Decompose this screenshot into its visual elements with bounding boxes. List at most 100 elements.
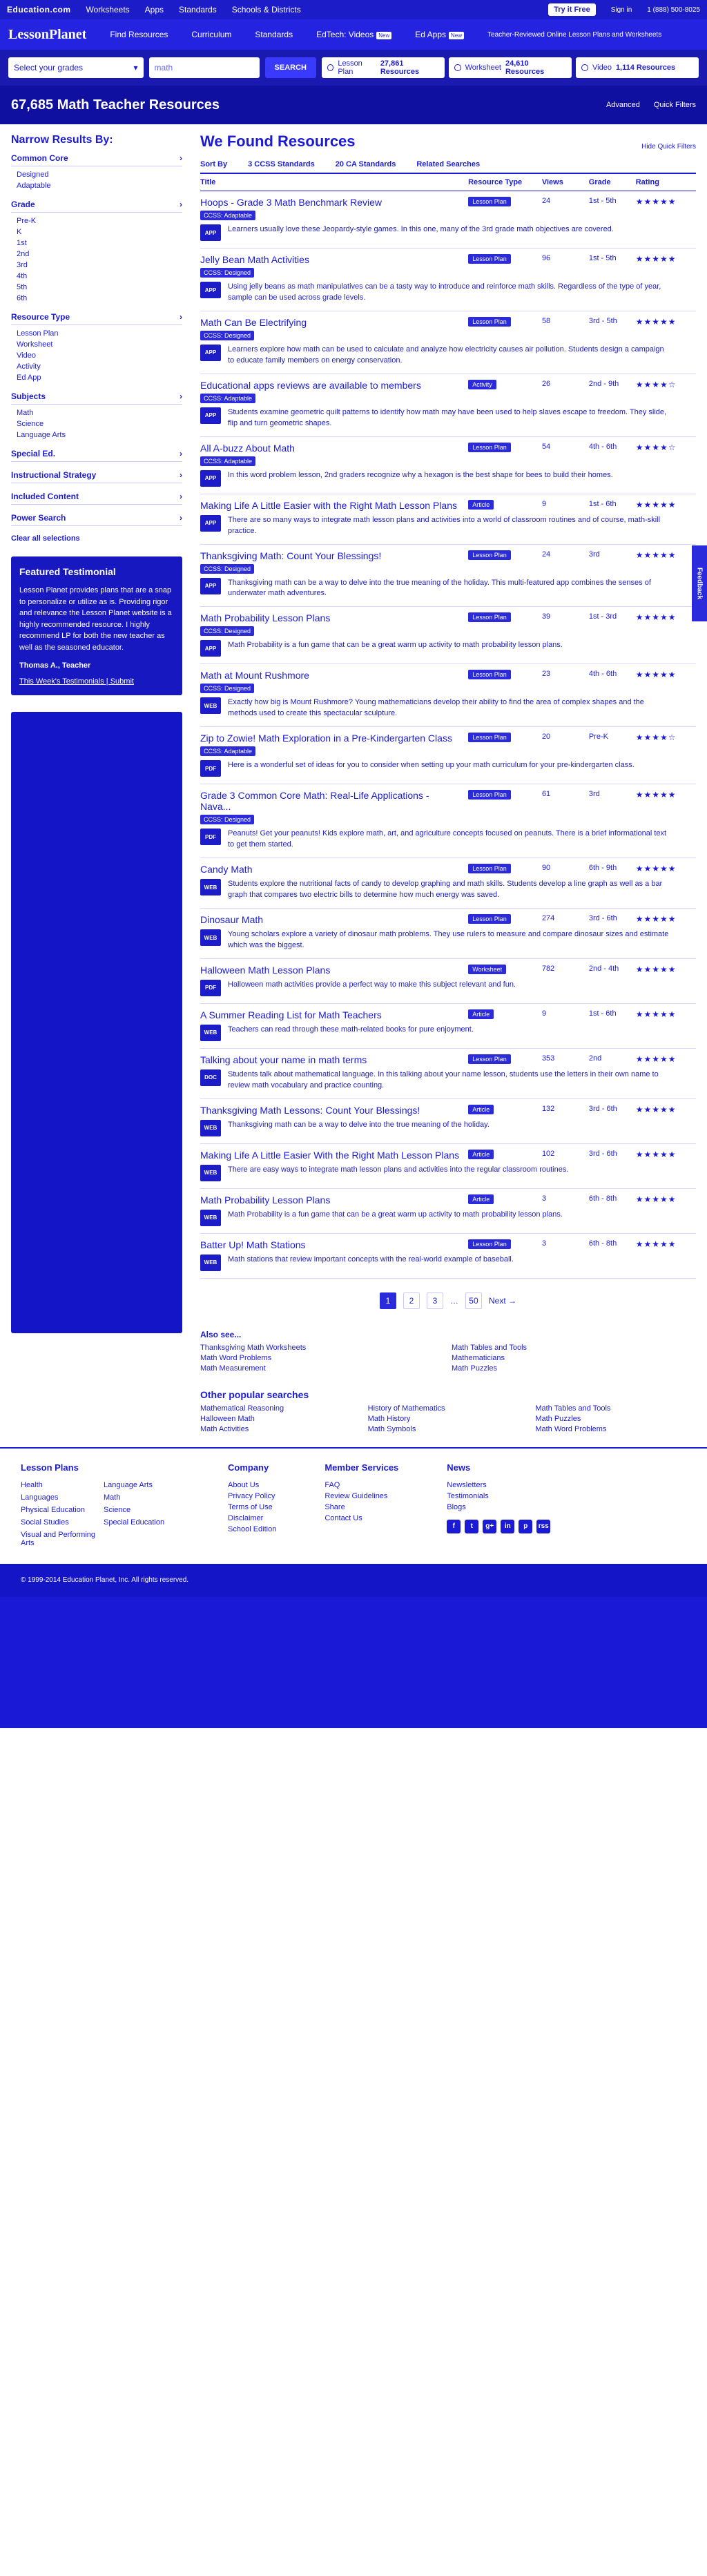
footer-link[interactable]: Privacy Policy	[228, 1491, 276, 1502]
footer-link[interactable]: Disclaimer	[228, 1513, 276, 1524]
topbar-link[interactable]: Standards	[179, 5, 217, 14]
social-icon[interactable]: g+	[483, 1519, 497, 1533]
footer-link[interactable]: Health	[21, 1480, 97, 1491]
footer-link[interactable]: Visual and Performing Arts	[21, 1529, 97, 1549]
social-icon[interactable]: f	[447, 1519, 461, 1533]
footer-link[interactable]: Social Studies	[21, 1517, 97, 1528]
popular-search-link[interactable]: Math History	[368, 1415, 529, 1423]
result-title-link[interactable]: Making Life A Little Easier With the Rig…	[200, 1150, 459, 1161]
footer-link[interactable]: Share	[325, 1502, 398, 1513]
result-title-link[interactable]: Making Life A Little Easier with the Rig…	[200, 500, 457, 511]
footer-link[interactable]: Special Education	[104, 1517, 180, 1528]
footer-link[interactable]: FAQ	[325, 1480, 398, 1491]
result-title-link[interactable]: A Summer Reading List for Math Teachers	[200, 1009, 382, 1020]
next-page-link[interactable]: Next →	[489, 1296, 516, 1306]
nav-item-standards[interactable]: Standards	[255, 30, 293, 39]
result-title-link[interactable]: Dinosaur Math	[200, 914, 263, 925]
page-link[interactable]: 2	[403, 1292, 420, 1309]
filter-ccss[interactable]: 3 CCSS Standards	[248, 160, 315, 168]
filter-option[interactable]: Activity	[11, 361, 182, 372]
col-title[interactable]: Title	[200, 178, 468, 186]
footer-link[interactable]: Contact Us	[325, 1513, 398, 1524]
social-icon[interactable]: t	[465, 1519, 479, 1533]
popular-search-link[interactable]: Mathematical Reasoning	[200, 1404, 361, 1413]
page-link[interactable]: 1	[379, 1292, 396, 1309]
col-grade[interactable]: Grade	[589, 178, 636, 186]
social-icon[interactable]: in	[501, 1519, 515, 1533]
popular-search-link[interactable]: Math Symbols	[368, 1425, 529, 1433]
result-title-link[interactable]: Grade 3 Common Core Math: Real-Life Appl…	[200, 790, 429, 812]
result-title-link[interactable]: Candy Math	[200, 864, 252, 875]
popular-search-link[interactable]: Math Activities	[200, 1425, 361, 1433]
result-title-link[interactable]: Math at Mount Rushmore	[200, 670, 309, 681]
footer-link[interactable]: Review Guidelines	[325, 1491, 398, 1502]
popular-search-link[interactable]: History of Mathematics	[368, 1404, 529, 1413]
footer-link[interactable]: School Edition	[228, 1524, 276, 1535]
see-also-link[interactable]: Math Tables and Tools	[452, 1344, 696, 1352]
filter-group-header[interactable]: Common Core ›	[11, 153, 182, 166]
result-title-link[interactable]: Math Probability Lesson Plans	[200, 1194, 330, 1205]
resource-tab-lesson-plan[interactable]: Lesson Plan 27,861 Resources	[322, 57, 445, 78]
social-icon[interactable]: p	[519, 1519, 533, 1533]
filter-option[interactable]: 6th	[11, 293, 182, 304]
filter-option[interactable]: 1st	[11, 238, 182, 249]
filter-option[interactable]: Adaptable	[11, 180, 182, 191]
filter-option[interactable]: K	[11, 226, 182, 238]
filter-option[interactable]: Worksheet	[11, 339, 182, 350]
filter-group-header[interactable]: Power Search ›	[11, 513, 182, 526]
testimonial-more-link[interactable]: This Week's Testimonials | Submit	[19, 676, 174, 688]
filter-option[interactable]: Lesson Plan	[11, 328, 182, 339]
nav-item-ed-apps[interactable]: Ed Apps New	[415, 30, 465, 39]
filter-option[interactable]: Language Arts	[11, 429, 182, 440]
filter-group-header[interactable]: Instructional Strategy ›	[11, 470, 182, 483]
filter-option[interactable]: Science	[11, 418, 182, 429]
footer-link[interactable]: Blogs	[447, 1502, 550, 1513]
page-link[interactable]: 50	[465, 1292, 482, 1309]
filter-option[interactable]: Video	[11, 350, 182, 361]
grade-select[interactable]: Select your grades ▾	[8, 57, 144, 78]
nav-item-edtech-videos[interactable]: EdTech: Videos New	[316, 30, 392, 39]
popular-search-link[interactable]: Math Puzzles	[535, 1415, 696, 1423]
filter-group-header[interactable]: Included Content ›	[11, 492, 182, 505]
result-title-link[interactable]: Math Probability Lesson Plans	[200, 612, 330, 623]
resource-tab-video[interactable]: Video 1,114 Resources	[576, 57, 699, 78]
search-input[interactable]: math	[148, 57, 260, 78]
filter-option[interactable]: 4th	[11, 271, 182, 282]
see-also-link[interactable]: Math Word Problems	[200, 1354, 445, 1362]
result-title-link[interactable]: Batter Up! Math Stations	[200, 1239, 306, 1250]
sort-by-select[interactable]: Sort By	[200, 160, 227, 168]
col-rating[interactable]: Rating	[636, 178, 696, 186]
footer-link[interactable]: Science	[104, 1504, 180, 1515]
footer-link[interactable]: Language Arts	[104, 1480, 180, 1491]
filter-group-header[interactable]: Special Ed. ›	[11, 449, 182, 462]
filter-option[interactable]: 5th	[11, 282, 182, 293]
quick-filters-link[interactable]: Quick Filters	[654, 101, 696, 109]
result-title-link[interactable]: Jelly Bean Math Activities	[200, 254, 309, 265]
result-title-link[interactable]: All A-buzz About Math	[200, 443, 295, 454]
see-also-link[interactable]: Math Measurement	[200, 1364, 445, 1373]
filter-option[interactable]: Pre-K	[11, 215, 182, 226]
result-title-link[interactable]: Halloween Math Lesson Plans	[200, 965, 330, 976]
see-also-link[interactable]: Math Puzzles	[452, 1364, 696, 1373]
footer-link[interactable]: Testimonials	[447, 1491, 550, 1502]
filter-group-header[interactable]: Resource Type ›	[11, 312, 182, 325]
filter-option[interactable]: Ed App	[11, 372, 182, 383]
sign-in-link[interactable]: Sign in	[611, 6, 632, 14]
result-title-link[interactable]: Talking about your name in math terms	[200, 1054, 367, 1065]
filter-group-header[interactable]: Subjects ›	[11, 391, 182, 405]
popular-search-link[interactable]: Math Word Problems	[535, 1425, 696, 1433]
footer-link[interactable]: Newsletters	[447, 1480, 550, 1491]
see-also-link[interactable]: Thanksgiving Math Worksheets	[200, 1344, 445, 1352]
result-title-link[interactable]: Math Can Be Electrifying	[200, 317, 307, 328]
result-title-link[interactable]: Hoops - Grade 3 Math Benchmark Review	[200, 197, 382, 208]
footer-link[interactable]: About Us	[228, 1480, 276, 1491]
brand-logo[interactable]: LessonPlanet	[8, 27, 86, 43]
filter-option[interactable]: 2nd	[11, 249, 182, 260]
filter-option[interactable]: Designed	[11, 169, 182, 180]
resource-tab-worksheet[interactable]: Worksheet 24,610 Resources	[449, 57, 572, 78]
footer-link[interactable]: Terms of Use	[228, 1502, 276, 1513]
filter-option[interactable]: 3rd	[11, 260, 182, 271]
see-also-link[interactable]: Mathematicians	[452, 1354, 696, 1362]
popular-search-link[interactable]: Halloween Math	[200, 1415, 361, 1423]
filter-group-header[interactable]: Grade ›	[11, 200, 182, 213]
